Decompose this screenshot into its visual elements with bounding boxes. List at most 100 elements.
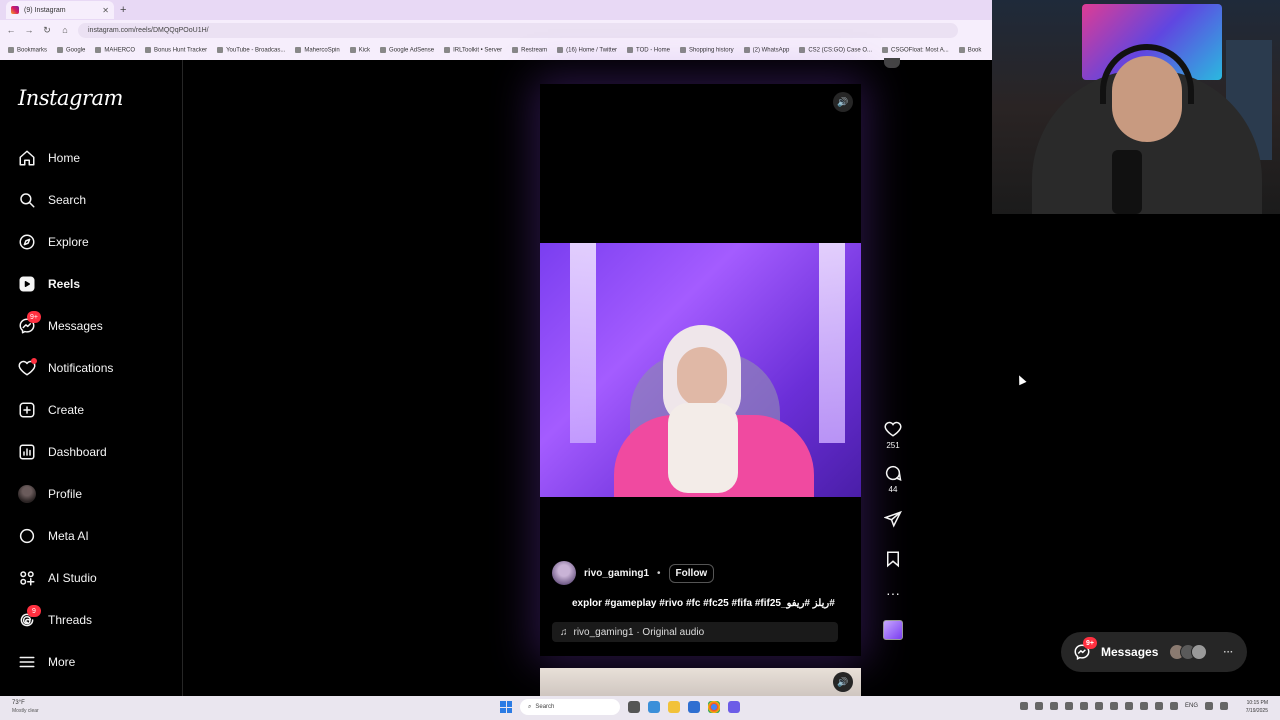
bookmark-item[interactable]: Bonus Hunt Tracker [145, 46, 207, 53]
threads-icon: 9 [18, 605, 41, 629]
reel-video[interactable] [540, 243, 861, 497]
bookmark-favicon-icon [627, 46, 634, 53]
tray-app-icon[interactable] [1095, 702, 1103, 710]
like-button[interactable]: 251 [884, 420, 902, 450]
follow-button[interactable]: Follow [668, 563, 715, 583]
bookmark-item[interactable]: MAHERCO [95, 46, 135, 53]
bookmark-item[interactable]: CS2 (CS:GO) Case O... [799, 46, 873, 54]
tray-app-icon[interactable] [1125, 702, 1133, 710]
bookmark-item[interactable]: MahercoSpin [295, 46, 340, 53]
browser-chrome: (9) Instagram ✕ + ← → ↻ ⌂ instagram.com/… [0, 0, 992, 60]
tray-app-icon[interactable] [1020, 702, 1028, 710]
windows-start-icon[interactable] [500, 701, 512, 713]
webcam-overlay: 445 [992, 0, 1280, 214]
close-tab-icon[interactable]: ✕ [102, 6, 109, 15]
sidebar-item-label: Dashboard [48, 445, 107, 459]
file-explorer-icon[interactable] [668, 701, 680, 713]
sidebar-item-home[interactable]: Home [18, 143, 178, 173]
bookmark-item[interactable]: Google AdSense [380, 46, 434, 53]
new-tab-button[interactable]: + [120, 4, 126, 16]
back-icon[interactable]: ← [6, 25, 16, 35]
reel-audio[interactable]: ♫ rivo_gaming1 · Original audio [552, 622, 838, 642]
tray-app-icon[interactable] [1110, 702, 1118, 710]
audio-thumbnail[interactable] [883, 620, 903, 640]
bookmark-item[interactable]: (16) Home / Twitter [557, 46, 617, 53]
home-browser-icon[interactable]: ⌂ [60, 25, 70, 35]
tray-app-icon[interactable] [1140, 702, 1148, 710]
sidebar-item-notifications[interactable]: Notifications [18, 353, 178, 383]
task-view-icon[interactable] [628, 701, 640, 713]
bookmark-item[interactable]: Google [57, 46, 85, 53]
wifi-icon[interactable] [1205, 702, 1214, 710]
scroll-up-indicator[interactable] [884, 58, 900, 68]
more-options-button[interactable]: ··· [886, 586, 900, 600]
bookmark-favicon-icon [95, 46, 102, 53]
sidebar-item-create[interactable]: Create [18, 395, 178, 425]
chrome-app-icon[interactable] [708, 701, 720, 713]
video-person-scarf [668, 403, 738, 493]
language-indicator[interactable]: ENG [1185, 703, 1198, 709]
reel-actions: 251 44 ··· [881, 420, 905, 640]
author-username[interactable]: rivo_gaming1 [584, 568, 649, 579]
audio-toggle-button[interactable]: 🔊 [833, 92, 853, 112]
sidebar-item-ai-studio[interactable]: AI Studio [18, 563, 178, 593]
weather-widget[interactable]: 73°F Mostly clear [12, 699, 39, 715]
bookmark-item[interactable]: Restream [512, 46, 547, 53]
bookmark-item[interactable]: IRLToolkit • Server [444, 46, 502, 53]
bookmark-item[interactable]: CSGOFloat: Most A... [882, 46, 949, 53]
messages-pill-label: Messages [1101, 645, 1159, 659]
bookmark-item[interactable]: Kick [349, 46, 370, 53]
author-avatar[interactable] [552, 561, 576, 585]
messages-drawer-button[interactable]: 9+ Messages ··· [1061, 632, 1247, 672]
bookmark-label: (2) WhatsApp [752, 47, 790, 54]
sidebar-item-search[interactable]: Search [18, 185, 178, 215]
recent-contacts [1169, 644, 1208, 660]
edge-app-icon[interactable] [648, 701, 660, 713]
reload-icon[interactable]: ↻ [42, 25, 52, 36]
share-button[interactable] [884, 510, 902, 528]
comment-icon [885, 465, 902, 481]
bookmark-item[interactable]: (2) WhatsApp [743, 46, 790, 54]
sidebar-item-reels[interactable]: Reels [18, 269, 178, 299]
address-bar[interactable]: instagram.com/reels/DMQQqPOoU1H/ [78, 22, 958, 38]
taskbar-clock[interactable]: 10:15 PM 7/19/2025 [1232, 699, 1268, 715]
reel-card[interactable]: 🔊 rivo_gaming1 • Follow explor #gameplay… [540, 84, 861, 656]
browser-tab[interactable]: (9) Instagram ✕ [6, 1, 114, 19]
sidebar-item-label: Threads [48, 613, 93, 627]
tray-app-icon[interactable] [1080, 702, 1088, 710]
next-reel-preview[interactable]: 🔊 [540, 668, 861, 696]
sidebar-item-dashboard[interactable]: Dashboard [18, 437, 178, 467]
reel-caption[interactable]: explor #gameplay #rivo #fc #fc25 #fifa #… [572, 598, 852, 609]
tray-app-icon[interactable] [1050, 702, 1058, 710]
bookmark-item[interactable]: TOD - Home [627, 46, 670, 53]
sidebar-item-messages[interactable]: 9+ Messages [18, 311, 178, 341]
sidebar-item-label: Notifications [48, 361, 114, 375]
discord-app-icon[interactable] [728, 701, 740, 713]
store-app-icon[interactable] [688, 701, 700, 713]
sidebar-item-profile[interactable]: Profile [18, 479, 178, 509]
tray-app-icon[interactable] [1155, 702, 1163, 710]
tray-app-icon[interactable] [1035, 702, 1043, 710]
bookmark-favicon-icon [444, 46, 451, 53]
volume-icon[interactable] [1220, 702, 1229, 710]
forward-icon[interactable]: → [24, 25, 34, 35]
sidebar-item-threads[interactable]: 9 Threads [18, 605, 178, 635]
save-button[interactable] [884, 550, 902, 568]
bookmark-favicon-icon [8, 46, 14, 53]
sidebar-item-meta-ai[interactable]: Meta AI [18, 521, 178, 551]
bookmark-item[interactable]: Shopping history [679, 46, 734, 53]
comment-button[interactable]: 44 [884, 464, 902, 494]
bookmark-item[interactable]: Bookmarks [8, 46, 47, 53]
bookmark-favicon-icon [743, 46, 750, 53]
tray-app-icon[interactable] [1065, 702, 1073, 710]
next-audio-toggle-button[interactable]: 🔊 [833, 672, 853, 692]
instagram-logo[interactable]: Instagram [18, 86, 123, 110]
sidebar-item-more[interactable]: More [18, 647, 178, 677]
bookmark-item[interactable]: YouTube - Broadcas... [217, 46, 285, 53]
chart-icon [18, 443, 36, 461]
bookmark-item[interactable]: Book [958, 46, 981, 53]
tray-app-icon[interactable] [1170, 702, 1178, 710]
taskbar-search[interactable]: ⌕ Search [520, 699, 620, 715]
sidebar-item-explore[interactable]: Explore [18, 227, 178, 257]
bookmark-label: CS2 (CS:GO) Case O... [808, 47, 873, 54]
